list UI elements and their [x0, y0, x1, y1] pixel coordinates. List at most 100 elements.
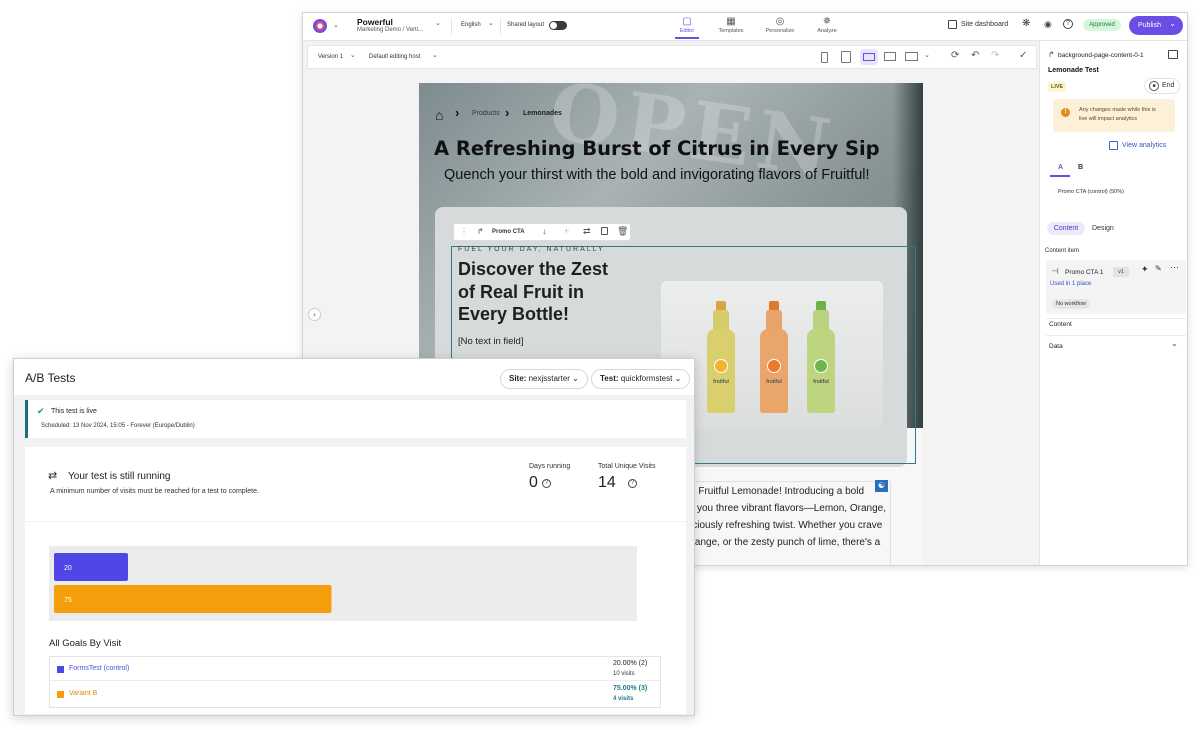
view-analytics-link[interactable]: View analytics — [1122, 142, 1166, 149]
device-tablet-icon[interactable] — [841, 51, 851, 63]
device-phone-icon[interactable] — [821, 52, 828, 63]
goals-table: FormsTest (control) 20.00% (2) 10 visits… — [49, 656, 661, 708]
personalize-icon: ◎ — [775, 16, 785, 27]
ab-tests-title: A/B Tests — [25, 371, 76, 385]
parent-select-icon[interactable]: ↱ — [477, 227, 484, 236]
chart-bar-label: 75 — [64, 597, 72, 604]
site-select-label: Site: — [509, 374, 527, 383]
move-down-icon[interactable]: ↓ — [542, 226, 547, 236]
edit-pencil-icon[interactable]: ✎ — [1155, 264, 1162, 273]
help-icon[interactable]: ? — [542, 479, 551, 488]
test-select[interactable]: Test: quickformstest ⌄ — [591, 369, 691, 389]
tab-content[interactable]: Content — [1047, 222, 1085, 235]
page-subheading: Quench your thirst with the bold and inv… — [444, 167, 870, 183]
goal-name[interactable]: Variant B — [69, 690, 97, 697]
variant-description: Promo CTA (control) (50%) — [1058, 189, 1124, 195]
chevron-down-icon[interactable]: ⌄ — [924, 51, 930, 59]
save-check-icon[interactable]: ✓ — [1019, 50, 1027, 61]
breadcrumb-lemonades[interactable]: Lemonades — [523, 110, 562, 117]
promo-empty-field[interactable]: [No text in field] — [458, 336, 523, 347]
expand-left-panel-button[interactable]: › — [308, 308, 321, 321]
bottle-brand-label: fruitful — [713, 379, 729, 385]
analytics-icon — [1109, 141, 1118, 150]
redo-icon[interactable]: ↷ — [991, 50, 999, 61]
tab-templates[interactable]: ▦ Templates — [711, 15, 751, 34]
device-wide-icon[interactable] — [905, 52, 918, 61]
chevron-right-icon: › — [505, 105, 510, 120]
tab-variant-a[interactable]: A — [1058, 164, 1063, 171]
end-test-button[interactable]: ■ End — [1144, 78, 1180, 94]
app-logo-icon[interactable] — [313, 19, 327, 33]
promo-title-line-3: Every Bottle! — [458, 304, 570, 324]
language-select[interactable]: English — [461, 22, 481, 28]
site-dashboard-link[interactable]: Site dashboard — [961, 21, 1008, 28]
undo-icon[interactable]: ↶ — [971, 50, 979, 61]
site-select[interactable]: Site: nexjsstarter ⌄ — [500, 369, 588, 389]
section-data[interactable]: Data — [1049, 343, 1063, 350]
publish-button[interactable]: Publish ⌄ — [1129, 16, 1183, 35]
device-desktop-icon[interactable] — [884, 52, 896, 61]
tab-variant-b[interactable]: B — [1078, 164, 1083, 171]
chevron-down-icon[interactable]: ⌄ — [488, 19, 494, 27]
chevron-down-icon[interactable]: ⌄ — [432, 51, 438, 59]
content-item-icon: ⊣ — [1051, 266, 1059, 276]
editor-toolbar: Version 1 ⌄ Default editing host ⌄ ⌄ ⟳ ↶… — [307, 45, 1037, 69]
goal-visits: 10 visits — [613, 671, 635, 677]
goal-visits: 4 visits — [613, 696, 634, 702]
promo-title-line-2: of Real Fruit in — [458, 282, 584, 302]
panel-toggle-icon[interactable] — [1168, 50, 1178, 59]
duplicate-icon[interactable] — [601, 227, 608, 235]
chevron-down-icon: ⌄ — [1169, 19, 1176, 28]
shared-layout-toggle[interactable] — [549, 21, 567, 30]
goal-percent: 75.00% (3) — [613, 685, 648, 692]
component-label: Promo CTA — [492, 229, 525, 235]
chevron-down-icon[interactable]: ⌄ — [435, 19, 441, 27]
live-badge: LIVE — [1048, 82, 1067, 92]
version-select[interactable]: Version 1 — [318, 54, 343, 60]
help-icon[interactable]: ? — [1063, 19, 1073, 29]
table-row[interactable]: Variant B 75.00% (3) 4 visits — [50, 682, 660, 708]
project-title[interactable]: Powerful — [357, 17, 393, 27]
tab-design[interactable]: Design — [1092, 225, 1114, 232]
delete-icon[interactable]: 🗑 — [617, 226, 628, 237]
more-options-icon[interactable]: ⋯ — [1170, 262, 1179, 273]
device-laptop-icon[interactable] — [860, 49, 878, 65]
goal-name[interactable]: FormsTest (control) — [69, 665, 129, 672]
chart-bar-label: 20 — [64, 565, 72, 572]
tab-editor[interactable]: ▢ Editor — [667, 15, 707, 34]
add-icon[interactable]: + — [564, 226, 569, 236]
body-text-block: e Fruitful Lemonade! Introducing a bold … — [687, 481, 891, 565]
section-content[interactable]: Content — [1049, 321, 1072, 328]
help-icon[interactable]: ? — [628, 479, 637, 488]
swap-icon[interactable]: ⇄ — [583, 226, 591, 237]
bottle-brand-label: fruitful — [766, 379, 782, 385]
project-subtitle: Marketing Demo / Verti... — [357, 27, 424, 33]
accessibility-icon[interactable]: ☯ — [875, 480, 888, 492]
content-item-name[interactable]: Promo CTA 1 — [1065, 269, 1104, 276]
live-check-icon: ✔ — [37, 406, 45, 416]
warning-line-1: Any changes made while this is — [1079, 107, 1156, 113]
days-running-value: 0 — [529, 474, 538, 491]
promo-eyebrow: FUEL YOUR DAY, NATURALLY — [458, 246, 605, 253]
publish-label: Publish — [1138, 22, 1161, 29]
breadcrumb-products[interactable]: Products — [472, 110, 500, 117]
tab-personalize[interactable]: ◎ Personalize — [760, 15, 800, 34]
stop-icon: ■ — [1149, 81, 1159, 91]
end-test-label: End — [1162, 82, 1175, 89]
refresh-icon[interactable]: ⟳ — [951, 50, 959, 61]
templates-icon: ▦ — [726, 16, 736, 27]
test-summary-card: ⇄ Your test is still running A minimum n… — [25, 447, 686, 521]
home-icon[interactable]: ⌂ — [435, 107, 443, 123]
chevron-down-icon[interactable]: ⌄ — [1171, 339, 1178, 348]
drag-handle-icon[interactable]: ⋮ — [460, 227, 468, 236]
ai-sparkle-icon[interactable]: ✦ — [1141, 264, 1149, 275]
chevron-down-icon[interactable]: ⌄ — [333, 21, 339, 29]
integrations-icon[interactable]: ❋ — [1022, 18, 1030, 29]
chevron-down-icon[interactable]: ⌄ — [350, 51, 356, 59]
editing-host-select[interactable]: Default editing host — [369, 54, 420, 60]
component-toolbar: ⋮ ↱ Promo CTA ↓ + ⇄ 🗑 — [453, 223, 631, 241]
preview-eye-icon[interactable]: ◉ — [1044, 19, 1052, 30]
used-in-link[interactable]: Used in 1 place — [1050, 281, 1091, 287]
tab-analyze[interactable]: ✵ Analyze — [807, 15, 847, 34]
table-row[interactable]: FormsTest (control) 20.00% (2) 10 visits — [50, 657, 660, 681]
